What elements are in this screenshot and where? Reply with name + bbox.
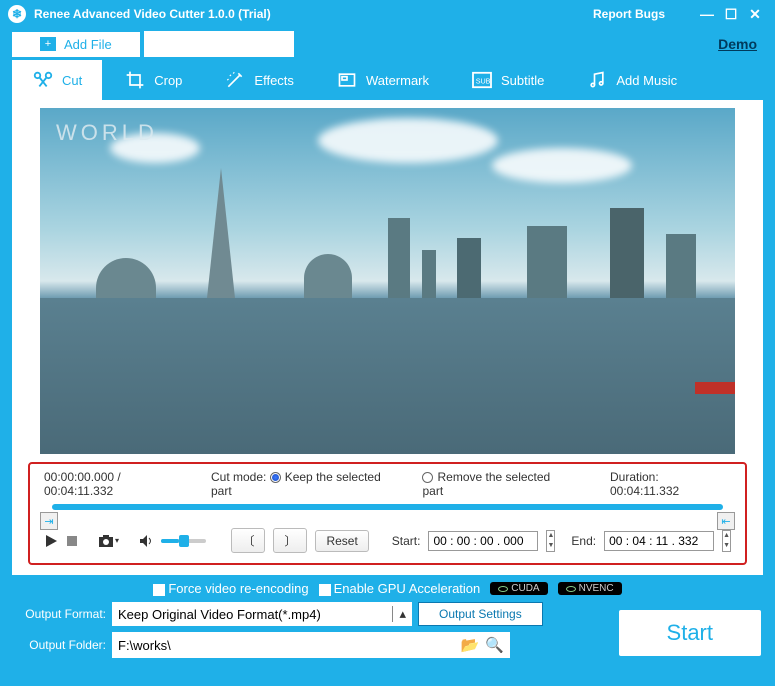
subtitle-icon: SUB xyxy=(471,69,493,91)
chevron-up-icon[interactable]: ▴ xyxy=(392,606,406,622)
minimize-button[interactable]: — xyxy=(695,6,719,22)
in-marker[interactable]: ⇥ xyxy=(40,512,58,530)
radio-remove[interactable] xyxy=(422,472,433,483)
volume-slider[interactable] xyxy=(161,539,206,543)
close-button[interactable]: ✕ xyxy=(743,6,767,23)
output-folder-label: Output Folder: xyxy=(14,638,106,652)
tab-cut[interactable]: Cut xyxy=(12,60,102,100)
watermark-overlay: WORLD xyxy=(56,120,158,146)
cut-mode-label: Cut mode: xyxy=(211,470,266,484)
cut-controls-panel: 00:00:00.000 / 00:04:11.332 Cut mode: Ke… xyxy=(28,462,747,565)
scissors-icon xyxy=(32,69,54,91)
report-bugs-link[interactable]: Report Bugs xyxy=(593,7,665,21)
start-spinner[interactable]: ▲▼ xyxy=(546,530,555,552)
end-spinner[interactable]: ▲▼ xyxy=(722,530,731,552)
gpu-accel-checkbox[interactable] xyxy=(319,584,331,596)
tab-addmusic[interactable]: Add Music xyxy=(566,60,697,100)
cuda-badge: CUDA xyxy=(490,582,547,595)
output-settings-button[interactable]: Output Settings xyxy=(418,602,543,626)
out-marker[interactable]: ⇤ xyxy=(717,512,735,530)
volume-button[interactable] xyxy=(139,531,153,551)
end-time-label: End: xyxy=(571,534,596,548)
duration-label: Duration: 00:04:11.332 xyxy=(610,470,731,498)
radio-keep[interactable] xyxy=(270,472,281,483)
force-reencode-checkbox[interactable] xyxy=(153,584,165,596)
output-folder-field[interactable]: F:\works\ xyxy=(118,638,171,653)
wand-icon xyxy=(224,69,246,91)
cut-timeline[interactable] xyxy=(52,504,723,510)
tab-crop[interactable]: Crop xyxy=(104,60,202,100)
app-title: Renee Advanced Video Cutter 1.0.0 (Trial… xyxy=(34,7,271,21)
output-format-label: Output Format: xyxy=(14,607,106,621)
file-slot[interactable] xyxy=(144,31,294,57)
play-button[interactable] xyxy=(44,531,58,551)
search-icon[interactable]: 🔍 xyxy=(485,636,504,654)
tab-watermark[interactable]: Watermark xyxy=(316,60,449,100)
output-format-combo[interactable]: Keep Original Video Format(*.mp4) ▴ xyxy=(112,602,412,626)
tab-subtitle[interactable]: SUB Subtitle xyxy=(451,60,564,100)
start-time-label: Start: xyxy=(392,534,421,548)
demo-link[interactable]: Demo xyxy=(718,36,757,52)
svg-text:SUB: SUB xyxy=(476,77,491,86)
add-file-label: Add File xyxy=(64,37,112,52)
stop-button[interactable] xyxy=(66,531,78,551)
plus-icon: + xyxy=(40,37,56,51)
nvenc-badge: NVENC xyxy=(558,582,622,595)
start-button[interactable]: Start xyxy=(619,610,761,656)
folder-icon[interactable]: 📂 xyxy=(461,636,480,654)
add-file-button[interactable]: + Add File xyxy=(12,32,140,57)
maximize-button[interactable]: ☐ xyxy=(719,6,743,23)
video-preview[interactable]: WORLD xyxy=(40,108,735,454)
crop-icon xyxy=(124,69,146,91)
set-out-button[interactable]: 〕 xyxy=(273,528,307,553)
tab-effects[interactable]: Effects xyxy=(204,60,314,100)
position-time: 00:00:00.000 / 00:04:11.332 xyxy=(44,470,193,498)
app-icon: ❄ xyxy=(8,5,26,23)
reset-button[interactable]: Reset xyxy=(315,530,368,552)
set-in-button[interactable]: 〔 xyxy=(231,528,265,553)
music-icon xyxy=(586,69,608,91)
start-time-input[interactable] xyxy=(428,531,538,551)
watermark-icon xyxy=(336,69,358,91)
snapshot-button[interactable]: ▾ xyxy=(98,531,119,551)
end-time-input[interactable] xyxy=(604,531,714,551)
